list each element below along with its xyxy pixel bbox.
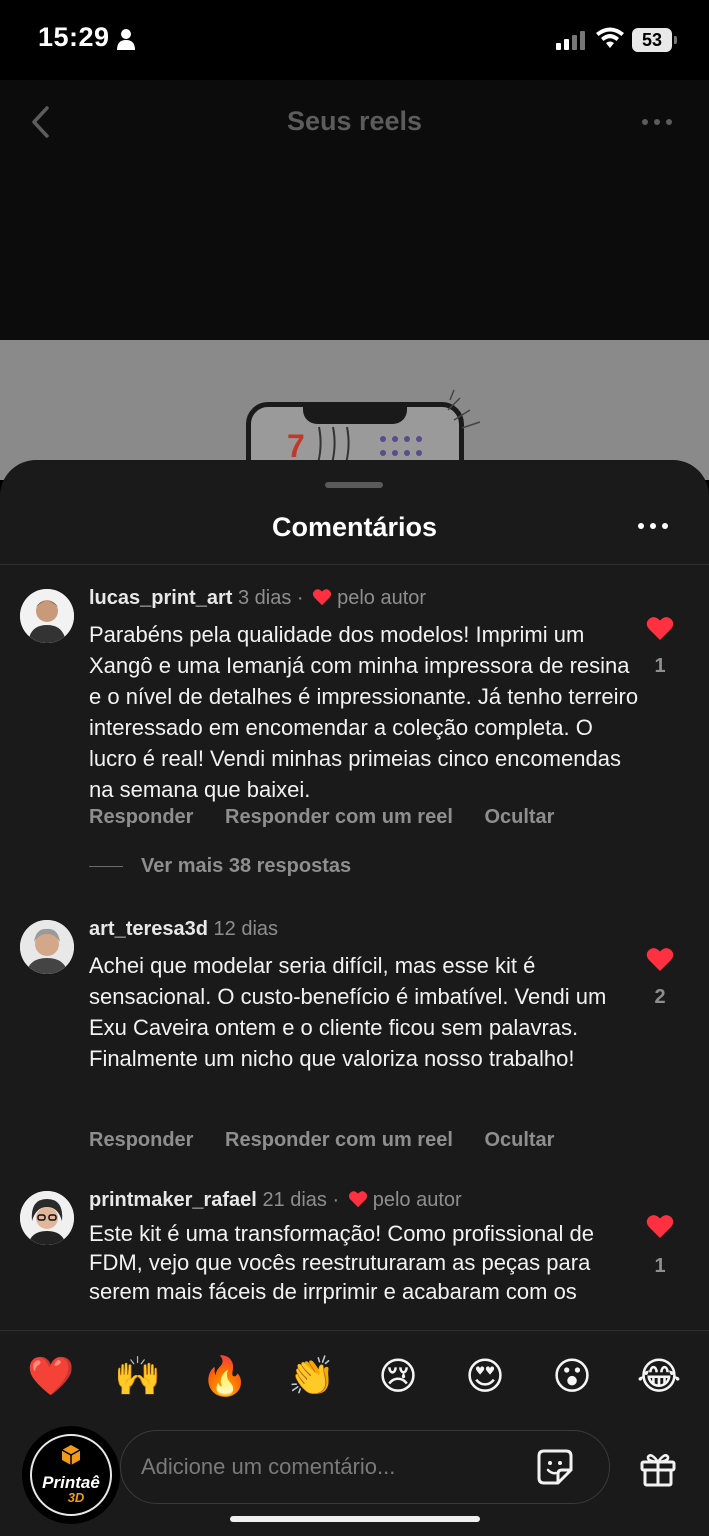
comment-meta: lucas_print_art 3 dias · pelo autor — [89, 587, 427, 609]
comment-text: Achei que modelar seria difícil, mas ess… — [89, 953, 607, 1071]
emoji-crying[interactable]: 😢 — [375, 1353, 421, 1399]
heart-icon — [313, 589, 332, 606]
view-more-replies[interactable]: Ver mais 38 respostas — [89, 855, 351, 878]
emoji-raised-hands[interactable]: 🙌 — [114, 1353, 161, 1399]
comments-sheet: Comentários lucas_print_art 3 dias · pel… — [0, 460, 709, 1536]
comment-time: 3 dias — [237, 587, 292, 609]
status-time: 15:29 — [38, 22, 110, 52]
sheet-title: Comentários — [271, 512, 438, 542]
comment-text: Este kit é uma transformação! Como profi… — [89, 1221, 595, 1304]
comment-actions: Responder Responder com um reel Ocultar — [89, 1129, 580, 1152]
gift-icon[interactable] — [638, 1448, 678, 1488]
comment-username[interactable]: lucas_print_art — [89, 587, 232, 609]
heart-icon — [348, 1191, 367, 1208]
emoji-clapping[interactable]: 👏 — [288, 1353, 335, 1399]
comment-username[interactable]: printmaker_rafael — [89, 1189, 257, 1211]
battery-level: 53 — [632, 28, 672, 52]
like-count: 2 — [654, 986, 666, 1008]
like-count: 1 — [654, 655, 666, 677]
avatar[interactable] — [20, 920, 74, 974]
reply-with-reel-button[interactable]: Responder com um reel — [225, 806, 453, 828]
emoji-quick-reactions: ❤️ 🙌 🔥 👏 😢 😍 😮 😂 — [0, 1330, 709, 1422]
svg-text:7: 7 — [287, 428, 305, 464]
comment-time: 12 dias — [213, 918, 279, 940]
emoji-heart-eyes[interactable]: 😍 — [462, 1353, 508, 1399]
heart-icon[interactable] — [646, 946, 674, 972]
liked-by-author: pelo autor — [372, 1189, 462, 1211]
battery-icon: 53 — [632, 28, 678, 52]
heart-icon[interactable] — [646, 1213, 674, 1239]
comment-actions: Responder Responder com um reel Ocultar — [89, 806, 580, 829]
comment-meta: printmaker_rafael 21 dias · pelo autor — [89, 1189, 462, 1211]
divider — [0, 564, 709, 565]
like-count: 1 — [654, 1255, 666, 1277]
hide-button[interactable]: Ocultar — [484, 1129, 554, 1151]
hide-button[interactable]: Ocultar — [484, 806, 554, 828]
reply-button[interactable]: Responder — [89, 1129, 193, 1151]
view-more-replies-label: Ver mais 38 respostas — [141, 855, 352, 877]
comment-meta: art_teresa3d 12 dias — [89, 918, 278, 941]
emoji-laughing[interactable]: 😂 — [636, 1353, 682, 1399]
status-bar: 15:29 53 — [0, 0, 709, 80]
heart-icon[interactable] — [646, 615, 674, 641]
more-horizontal-icon[interactable] — [636, 516, 670, 536]
reply-with-reel-button[interactable]: Responder com um reel — [225, 1129, 453, 1151]
page-title: Seus reels — [286, 106, 423, 136]
liked-by-author: pelo autor — [337, 587, 427, 609]
avatar[interactable] — [20, 589, 74, 643]
comment-time: 21 dias — [262, 1189, 327, 1211]
emoji-heart[interactable]: ❤️ — [27, 1353, 74, 1399]
profile-logo[interactable]: Printaê 3D — [22, 1426, 120, 1524]
person-icon — [117, 29, 135, 50]
emoji-fire[interactable]: 🔥 — [201, 1353, 248, 1399]
sticker-icon[interactable] — [536, 1448, 574, 1486]
logo-subtext: 3D — [68, 1490, 85, 1505]
reels-header: Seus reels — [0, 80, 709, 340]
cellular-signal-icon — [556, 31, 585, 50]
comment-username[interactable]: art_teresa3d — [89, 918, 208, 940]
reply-button[interactable]: Responder — [89, 806, 193, 828]
more-horizontal-icon[interactable] — [640, 108, 674, 136]
reel-preview[interactable]: 7 — [0, 340, 709, 480]
wifi-icon — [596, 27, 624, 48]
comment-text: Parabéns pela qualidade dos modelos! Imp… — [89, 622, 639, 802]
avatar[interactable] — [20, 1191, 74, 1245]
home-indicator[interactable] — [230, 1516, 480, 1522]
sparkle-rays — [447, 389, 481, 429]
drag-handle[interactable] — [325, 482, 383, 488]
emoji-surprised[interactable]: 😮 — [549, 1353, 595, 1399]
